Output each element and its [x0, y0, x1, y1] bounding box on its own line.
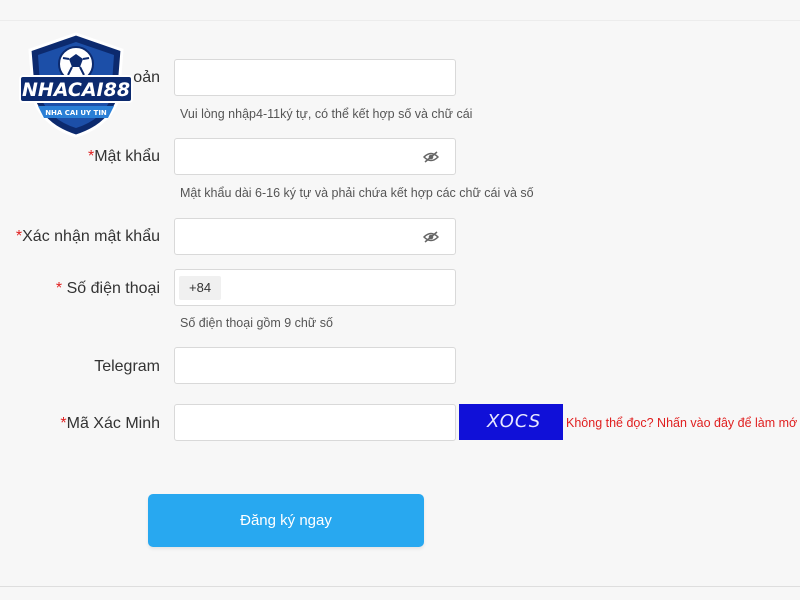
verification-label-text: Mã Xác Minh	[66, 415, 160, 432]
nhacai88-logo: NHACAI88 NHA CAI UY TIN	[19, 32, 133, 138]
password-field[interactable]	[174, 138, 456, 175]
password-label-text: Mật khẩu	[94, 148, 160, 165]
password-hint: Mật khẩu dài 6-16 ký tự và phải chứa kết…	[180, 186, 534, 200]
telegram-label: Telegram	[94, 357, 160, 377]
verification-input[interactable]	[175, 405, 455, 440]
phone-label: * Số điện thoại	[56, 279, 160, 299]
captcha-text: XOCS	[487, 411, 542, 432]
phone-hint: Số điện thoại gồm 9 chữ số	[180, 316, 333, 330]
username-hint: Vui lòng nhập4-11ký tự, có thể kết hợp s…	[180, 107, 473, 121]
eye-off-icon[interactable]	[423, 230, 439, 244]
country-code-prefix: +84	[179, 276, 222, 300]
bottom-divider	[0, 586, 800, 587]
phone-field[interactable]: +84	[174, 269, 456, 306]
confirm-password-field[interactable]	[174, 218, 456, 255]
verification-field[interactable]	[174, 404, 456, 441]
password-input[interactable]	[175, 139, 455, 174]
username-label: oản	[133, 68, 160, 88]
telegram-label-text: Telegram	[94, 358, 160, 375]
username-field[interactable]	[174, 59, 456, 96]
username-label-text: oản	[133, 69, 160, 86]
telegram-input[interactable]	[175, 348, 455, 383]
confirm-password-input[interactable]	[175, 219, 455, 254]
register-button[interactable]: Đăng ký ngay	[148, 494, 424, 547]
telegram-field[interactable]	[174, 347, 456, 384]
top-divider	[0, 20, 800, 21]
username-input[interactable]	[175, 60, 455, 95]
required-mark: *	[55, 280, 67, 297]
captcha-refresh-link[interactable]: Không thể đọc? Nhấn vào đây để làm mớ	[566, 416, 797, 430]
confirm-password-label-text: Xác nhận mật khẩu	[22, 228, 160, 245]
verification-label: *Mã Xác Minh	[60, 414, 160, 434]
logo-tagline: NHA CAI UY TIN	[45, 109, 107, 117]
phone-label-text: Số điện thoại	[66, 280, 160, 297]
confirm-password-label: *Xác nhận mật khẩu	[16, 227, 160, 247]
eye-off-icon[interactable]	[423, 150, 439, 164]
logo-wordmark: NHACAI88	[22, 79, 130, 101]
password-label: *Mật khẩu	[88, 147, 160, 167]
captcha-image[interactable]: XOCS	[459, 404, 563, 440]
